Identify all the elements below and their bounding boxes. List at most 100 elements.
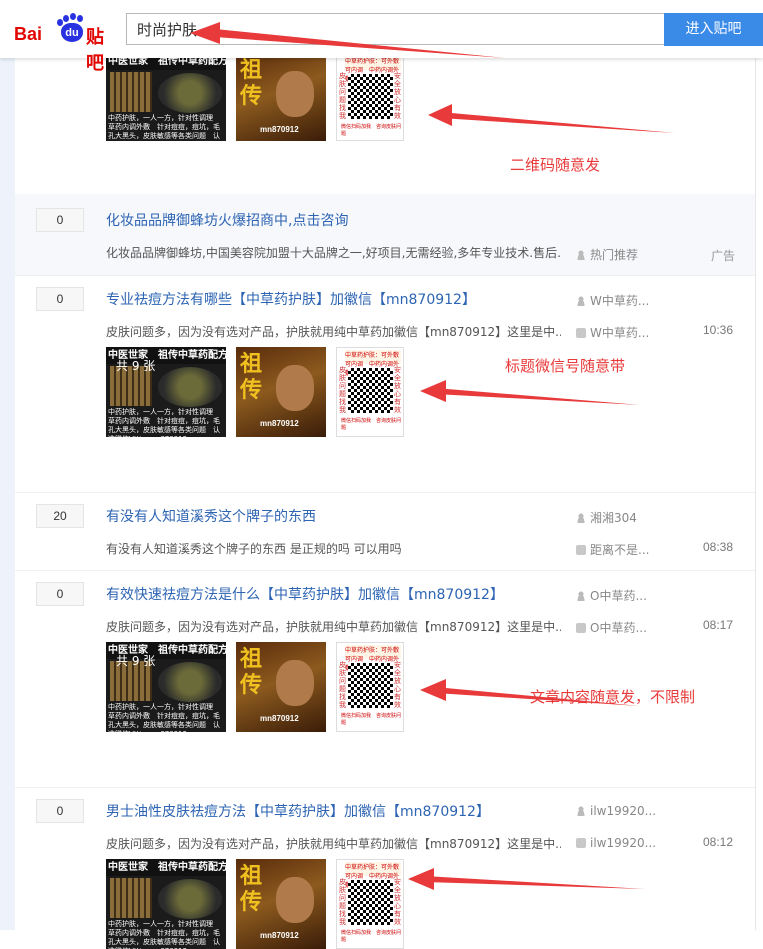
author-name[interactable]: 湘湘304 (590, 511, 637, 525)
qr-side-text: 皮肤问题找我 (339, 366, 346, 414)
thread-item[interactable]: 20 有没有人知道溪秀这个牌子的东西 湘湘304 有没有人知道溪秀这个牌子的东西… (15, 492, 755, 571)
last-reply-name[interactable]: ilw19920... (590, 836, 656, 850)
thread-excerpt: 皮肤问题多，因为没有选对产品，护肤就用纯中草药加徽信【mn870912】这里是中… (106, 837, 561, 851)
qr-side-text: 皮肤问题找我 (339, 72, 346, 120)
thread-image-portrait[interactable]: 祖传 mn870912 (236, 642, 326, 732)
qr-top-text: 中草药护肤：可外敷可内调 中药内调外敷 (345, 645, 401, 672)
author-name[interactable]: 热门推荐 (590, 248, 638, 262)
reply-icon (576, 623, 586, 633)
thread-author[interactable]: W中草药... (576, 292, 649, 309)
thread-excerpt: 皮肤问题多，因为没有选对产品，护肤就用纯中草药加徽信【mn870912】这里是中… (106, 620, 561, 634)
annotation-content: 文章内容随意发，不限制 (530, 688, 696, 706)
paw-toe-icon (63, 15, 69, 22)
thread-time: 08:17 (703, 618, 734, 632)
image-big-text: 祖传 (240, 646, 263, 698)
reply-count-badge: 0 (36, 799, 84, 823)
author-name[interactable]: W中草药... (590, 294, 649, 308)
reply-count-badge: 20 (36, 504, 84, 528)
last-reply-user[interactable]: 距离不是... (576, 541, 649, 558)
qr-side-text: 皮肤问题找我 (339, 878, 346, 926)
enter-tieba-button[interactable]: 进入贴吧 (664, 13, 763, 46)
author-name[interactable]: O中草药... (590, 589, 647, 603)
thread-image-qr-code[interactable]: 中草药护肤：可外敷可内调 中药内调外敷 皮肤问题找我 安全放心有效 微信扫码加我… (336, 642, 404, 732)
image-big-text: 祖传 (240, 57, 263, 109)
thread-item-partial: 中医世家 祖传中草药配方 中药护肤，一人一方，针对性调理 草药内调外敷 针对痘痘… (15, 53, 755, 195)
qr-top-text: 中草药护肤：可外敷可内调 中药内调外敷 (345, 350, 401, 377)
last-reply-user[interactable]: W中草药... (576, 324, 649, 341)
user-icon (576, 296, 586, 306)
thread-image-portrait[interactable]: 祖传 mn870912 (236, 859, 326, 949)
image-wx-text: mn870912 (260, 931, 299, 940)
last-reply-name[interactable]: W中草药... (590, 326, 649, 340)
paw-toe-icon (57, 19, 63, 26)
image-face-graphic (276, 365, 314, 411)
image-count-tag: 共 9 张 (116, 654, 156, 668)
thread-time: 08:38 (703, 540, 734, 554)
annotation-title-wx: 标题微信号随意带 (505, 357, 626, 375)
thread-item[interactable]: 0 专业祛痘方法有哪些【中草药护肤】加徽信【mn870912】 W中草药... … (15, 275, 755, 493)
qr-top-text: 中草药护肤：可外敷可内调 中药内调外敷 (345, 862, 401, 889)
image-body-text: 中药护肤，一人一方，针对性调理 草药内调外敷 针对痘痘，痘坑，毛孔大黑头，皮肤敏… (108, 703, 220, 732)
image-wx-text: mn870912 (260, 419, 299, 428)
image-shelf-graphic (110, 878, 152, 918)
thread-author[interactable]: O中草药... (576, 587, 647, 604)
last-reply-name[interactable]: 距离不是... (590, 543, 649, 557)
thread-image-clinic[interactable]: 中医世家 祖传中草药配方 中药护肤，一人一方，针对性调理 草药内调外敷 针对痘痘… (106, 347, 226, 437)
last-reply-user[interactable]: ilw19920... (576, 836, 656, 850)
image-shelf-graphic (110, 72, 152, 112)
thread-time: 10:36 (703, 323, 734, 337)
thread-image-clinic[interactable]: 中医世家 祖传中草药配方 中药护肤，一人一方，针对性调理 草药内调外敷 针对痘痘… (106, 642, 226, 732)
author-name[interactable]: ilw19920... (590, 804, 656, 818)
image-count-tag: 共 9 张 (116, 359, 156, 373)
last-reply-name[interactable]: O中草药... (590, 621, 647, 635)
right-scroll-rail (755, 0, 763, 930)
image-wx-text: mn870912 (260, 714, 299, 723)
thread-item[interactable]: 0 男士油性皮肤祛痘方法【中草药护肤】加徽信【mn870912】 ilw1992… (15, 787, 755, 949)
qr-side-text: 安全放心有效 (394, 661, 401, 709)
reply-count-badge: 0 (36, 287, 84, 311)
thread-title-link[interactable]: 男士油性皮肤祛痘方法【中草药护肤】加徽信【mn870912】 (106, 801, 490, 821)
thread-title-link[interactable]: 化妆品品牌御蜂坊火爆招商中,点击咨询 (106, 210, 348, 230)
thread-image-portrait[interactable]: 祖传 mn870912 (236, 53, 326, 141)
thread-image-portrait[interactable]: 祖传 mn870912 (236, 347, 326, 437)
qr-bottom-text: 微信扫码加我 咨询皮肤问题 (341, 124, 402, 137)
thread-title-link[interactable]: 有效快速祛痘方法是什么【中草药护肤】加徽信【mn870912】 (106, 584, 504, 604)
qr-top-text: 中草药护肤：可外敷可内调 中药内调外敷 (345, 56, 401, 83)
image-body-text: 中药护肤，一人一方，针对性调理 草药内调外敷 针对痘痘，痘坑，毛孔大黑头，皮肤敏… (108, 408, 220, 437)
last-reply-user[interactable]: O中草药... (576, 619, 647, 636)
image-header-text: 中医世家 祖传中草药配方 (106, 859, 226, 876)
thread-title-link[interactable]: 专业祛痘方法有哪些【中草药护肤】加徽信【mn870912】 (106, 289, 476, 309)
image-big-text: 祖传 (240, 863, 263, 915)
qr-bottom-text: 微信扫码加我 咨询皮肤问题 (341, 713, 402, 726)
user-icon (576, 806, 586, 816)
thread-image-qr-code[interactable]: 中草药护肤：可外敷可内调 中药内调外敷 皮肤问题找我 安全放心有效 微信扫码加我… (336, 53, 404, 141)
thread-image-qr-code[interactable]: 中草药护肤：可外敷可内调 中药内调外敷 皮肤问题找我 安全放心有效 微信扫码加我… (336, 859, 404, 949)
qr-code-icon (348, 880, 393, 925)
thread-title-link[interactable]: 有没有人知道溪秀这个牌子的东西 (106, 506, 316, 526)
image-face-graphic (276, 877, 314, 923)
thread-item[interactable]: 0 有效快速祛痘方法是什么【中草药护肤】加徽信【mn870912】 O中草药..… (15, 570, 755, 788)
thread-image-qr-code[interactable]: 中草药护肤：可外敷可内调 中药内调外敷 皮肤问题找我 安全放心有效 微信扫码加我… (336, 347, 404, 437)
thread-image-clinic[interactable]: 中医世家 祖传中草药配方 中药护肤，一人一方，针对性调理 草药内调外敷 针对痘痘… (106, 859, 226, 949)
qr-side-text: 皮肤问题找我 (339, 661, 346, 709)
annotation-qr: 二维码随意发 (510, 156, 601, 174)
qr-side-text: 安全放心有效 (394, 366, 401, 414)
image-big-text: 祖传 (240, 351, 263, 403)
image-herb-bowl-graphic (158, 662, 222, 702)
thread-item-ad[interactable]: 0 化妆品品牌御蜂坊火爆招商中,点击咨询 化妆品品牌御蜂坊,中国美容院加盟十大品… (15, 194, 755, 276)
thread-author[interactable]: ilw19920... (576, 804, 656, 818)
thread-author[interactable]: 热门推荐 (576, 246, 638, 263)
thread-author[interactable]: 湘湘304 (576, 509, 637, 526)
baidu-tieba-logo[interactable]: Bai du 贴吧 (14, 13, 118, 74)
top-search-bar: Bai du 贴吧 进入贴吧 (0, 0, 763, 74)
logo-du-paw: du (61, 23, 83, 42)
search-input[interactable] (126, 13, 664, 45)
reply-icon (576, 545, 586, 555)
user-icon (576, 591, 586, 601)
image-herb-bowl-graphic (158, 879, 222, 919)
ad-label: 广告 (711, 249, 736, 263)
thread-image-clinic[interactable]: 中医世家 祖传中草药配方 中药护肤，一人一方，针对性调理 草药内调外敷 针对痘痘… (106, 53, 226, 141)
thread-time: 08:12 (703, 835, 734, 849)
thread-excerpt: 有没有人知道溪秀这个牌子的东西 是正规的吗 可以用吗 (106, 542, 402, 556)
thread-excerpt: 化妆品品牌御蜂坊,中国美容院加盟十大品牌之一,好项目,无需经验,多年专业技术.售… (106, 246, 561, 260)
